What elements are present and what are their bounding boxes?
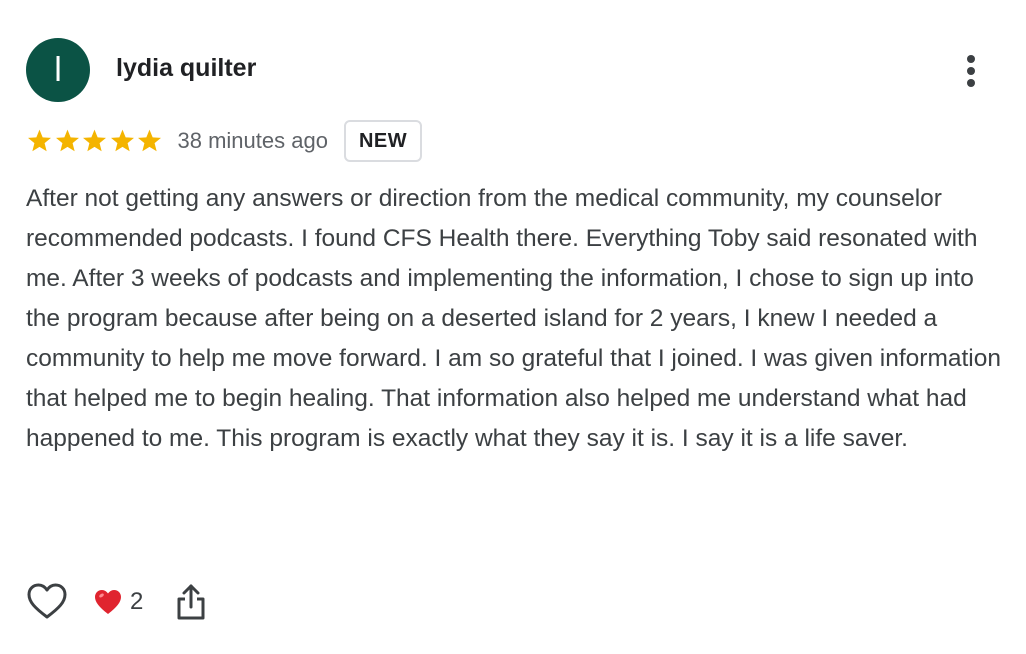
rating-row: 38 minutes ago NEW — [26, 120, 423, 162]
star-rating — [26, 128, 164, 154]
review-actions: 2 — [26, 580, 207, 624]
star-icon — [28, 129, 51, 152]
reaction-summary[interactable]: 2 — [94, 588, 143, 616]
more-options-icon[interactable] — [956, 52, 986, 90]
red-heart-emoji-icon — [95, 590, 121, 614]
review-timestamp: 38 minutes ago — [177, 128, 328, 153]
review-card: l lydia quilter 38 minutes ago NEW After… — [0, 0, 1026, 654]
star-icon — [83, 129, 106, 152]
avatar[interactable]: l — [26, 38, 90, 102]
heart-outline-icon[interactable] — [26, 581, 68, 623]
star-icon — [110, 129, 134, 152]
author-name[interactable]: lydia quilter — [116, 54, 256, 83]
new-badge: NEW — [343, 120, 423, 162]
review-text: After not getting any answers or directi… — [26, 185, 1001, 452]
star-icon — [138, 129, 161, 152]
reaction-count: 2 — [130, 588, 144, 615]
star-icon — [55, 129, 79, 152]
share-icon[interactable] — [175, 583, 207, 621]
